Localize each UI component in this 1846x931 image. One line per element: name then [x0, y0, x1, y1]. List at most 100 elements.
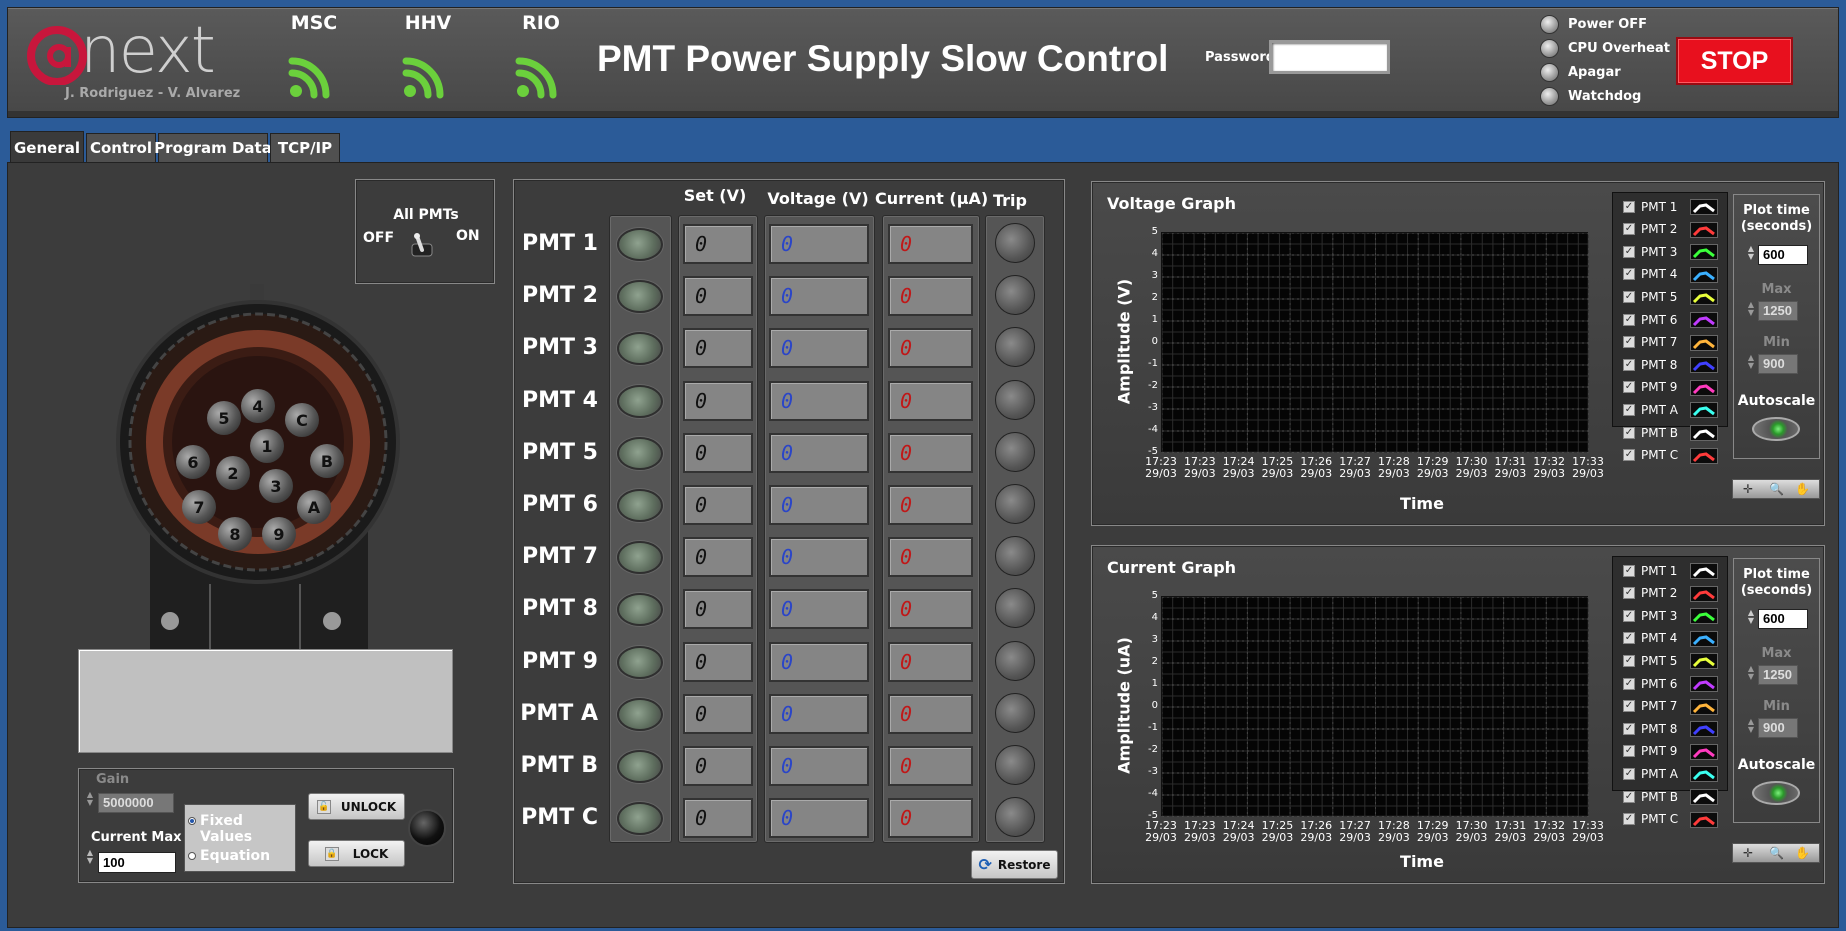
legend-line-swatch[interactable]	[1690, 789, 1718, 805]
password-input[interactable]	[1269, 40, 1390, 74]
current-max-input[interactable]	[98, 852, 176, 873]
unlock-button[interactable]: 🔓 UNLOCK	[308, 793, 405, 820]
legend-item[interactable]: ✓ PMT 4	[1623, 629, 1677, 648]
legend-line-swatch[interactable]	[1690, 266, 1718, 283]
legend-item[interactable]: ✓ PMT 5	[1623, 651, 1677, 670]
pmt-enable-button[interactable]	[617, 280, 663, 313]
legend-checkbox[interactable]: ✓	[1623, 268, 1635, 281]
legend-line-swatch[interactable]	[1690, 289, 1718, 306]
all-pmts-toggle[interactable]	[409, 232, 435, 262]
tab-program-data[interactable]: Program Data	[154, 133, 272, 163]
legend-line-swatch[interactable]	[1690, 199, 1718, 215]
pmt-enable-button[interactable]	[617, 489, 663, 522]
tab-tcpip[interactable]: TCP/IP	[270, 133, 340, 163]
legend-checkbox[interactable]: ✓	[1623, 200, 1635, 213]
pmt-enable-button[interactable]	[617, 385, 663, 418]
zoom-icon[interactable]: 🔍	[1769, 846, 1784, 860]
pmt-set-value[interactable]: 0	[683, 224, 753, 264]
pmt-set-value[interactable]: 0	[683, 642, 753, 682]
legend-line-swatch[interactable]	[1690, 676, 1718, 692]
pmt-set-value[interactable]: 0	[683, 537, 753, 577]
legend-checkbox[interactable]: ✓	[1623, 813, 1635, 826]
plot-time-spinner[interactable]: ▲ ▼	[1746, 609, 1756, 631]
legend-line-swatch[interactable]	[1690, 721, 1718, 738]
stop-button[interactable]: STOP	[1676, 37, 1793, 85]
lock-button[interactable]: 🔒 LOCK	[308, 840, 405, 867]
pan-hand-icon[interactable]: ✋	[1795, 482, 1810, 496]
legend-line-swatch[interactable]	[1690, 811, 1718, 828]
pmt-set-value[interactable]: 0	[683, 433, 753, 473]
plot-time-input[interactable]	[1758, 609, 1808, 629]
pmt-enable-button[interactable]	[617, 593, 663, 626]
pmt-enable-button[interactable]	[617, 750, 663, 783]
legend-item[interactable]: ✓ PMT 4	[1623, 265, 1677, 284]
legend-item[interactable]: ✓ PMT 8	[1623, 355, 1677, 374]
legend-line-swatch[interactable]	[1690, 221, 1718, 238]
legend-item[interactable]: ✓ PMT A	[1623, 400, 1678, 419]
current-max-spinner[interactable]: ▲ ▼	[85, 849, 95, 871]
pmt-set-value[interactable]: 0	[683, 694, 753, 734]
legend-checkbox[interactable]: ✓	[1623, 336, 1635, 349]
legend-checkbox[interactable]: ✓	[1623, 745, 1635, 758]
legend-checkbox[interactable]: ✓	[1623, 313, 1635, 326]
pmt-enable-button[interactable]	[617, 437, 663, 470]
legend-item[interactable]: ✓ PMT 2	[1623, 584, 1677, 603]
legend-checkbox[interactable]: ✓	[1623, 587, 1635, 600]
legend-item[interactable]: ✓ PMT 9	[1623, 378, 1677, 397]
legend-line-swatch[interactable]	[1690, 334, 1718, 351]
pmt-set-value[interactable]: 0	[683, 381, 753, 421]
legend-checkbox[interactable]: ✓	[1623, 403, 1635, 416]
legend-line-swatch[interactable]	[1690, 312, 1718, 328]
legend-line-swatch[interactable]	[1690, 447, 1718, 464]
pmt-enable-button[interactable]	[617, 802, 663, 835]
legend-line-swatch[interactable]	[1690, 630, 1718, 647]
legend-item[interactable]: ✓ PMT 7	[1623, 697, 1677, 716]
legend-item[interactable]: ✓ PMT 1	[1623, 197, 1677, 216]
pmt-set-value[interactable]: 0	[683, 485, 753, 525]
pmt-enable-button[interactable]	[617, 332, 663, 365]
pmt-set-value[interactable]: 0	[683, 798, 753, 838]
legend-line-swatch[interactable]	[1690, 653, 1718, 670]
plot-time-input[interactable]	[1758, 245, 1808, 265]
legend-checkbox[interactable]: ✓	[1623, 564, 1635, 577]
legend-checkbox[interactable]: ✓	[1623, 381, 1635, 394]
legend-item[interactable]: ✓ PMT C	[1623, 446, 1678, 465]
legend-item[interactable]: ✓ PMT 6	[1623, 310, 1677, 329]
tab-control[interactable]: Control	[86, 133, 156, 163]
legend-line-swatch[interactable]	[1690, 563, 1718, 579]
legend-checkbox[interactable]: ✓	[1623, 632, 1635, 645]
legend-item[interactable]: ✓ PMT 3	[1623, 242, 1677, 261]
pan-hand-icon[interactable]: ✋	[1795, 846, 1810, 860]
legend-checkbox[interactable]: ✓	[1623, 700, 1635, 713]
legend-item[interactable]: ✓ PMT 6	[1623, 674, 1677, 693]
pmt-enable-button[interactable]	[617, 646, 663, 679]
legend-item[interactable]: ✓ PMT 5	[1623, 287, 1677, 306]
legend-item[interactable]: ✓ PMT 8	[1623, 719, 1677, 738]
zoom-icon[interactable]: 🔍	[1769, 482, 1784, 496]
legend-item[interactable]: ✓ PMT C	[1623, 810, 1678, 829]
legend-line-swatch[interactable]	[1690, 585, 1718, 602]
tab-general[interactable]: General	[10, 131, 84, 164]
legend-checkbox[interactable]: ✓	[1623, 677, 1635, 690]
legend-item[interactable]: ✓ PMT 2	[1623, 220, 1677, 239]
legend-item[interactable]: ✓ PMT B	[1623, 423, 1678, 442]
legend-checkbox[interactable]: ✓	[1623, 358, 1635, 371]
pmt-enable-button[interactable]	[617, 541, 663, 574]
legend-item[interactable]: ✓ PMT A	[1623, 764, 1678, 783]
legend-item[interactable]: ✓ PMT 1	[1623, 561, 1677, 580]
legend-checkbox[interactable]: ✓	[1623, 449, 1635, 462]
legend-checkbox[interactable]: ✓	[1623, 223, 1635, 236]
legend-line-swatch[interactable]	[1690, 608, 1718, 625]
crosshair-icon[interactable]: ✛	[1743, 482, 1753, 496]
legend-checkbox[interactable]: ✓	[1623, 290, 1635, 303]
legend-item[interactable]: ✓ PMT 7	[1623, 333, 1677, 352]
legend-checkbox[interactable]: ✓	[1623, 790, 1635, 803]
pmt-set-value[interactable]: 0	[683, 276, 753, 316]
autoscale-toggle[interactable]	[1752, 781, 1800, 805]
legend-line-swatch[interactable]	[1690, 244, 1718, 261]
legend-line-swatch[interactable]	[1690, 743, 1718, 760]
restore-button[interactable]: ⟳ Restore	[971, 850, 1058, 879]
autoscale-toggle[interactable]	[1752, 417, 1800, 441]
legend-line-swatch[interactable]	[1690, 766, 1718, 783]
legend-line-swatch[interactable]	[1690, 425, 1718, 441]
